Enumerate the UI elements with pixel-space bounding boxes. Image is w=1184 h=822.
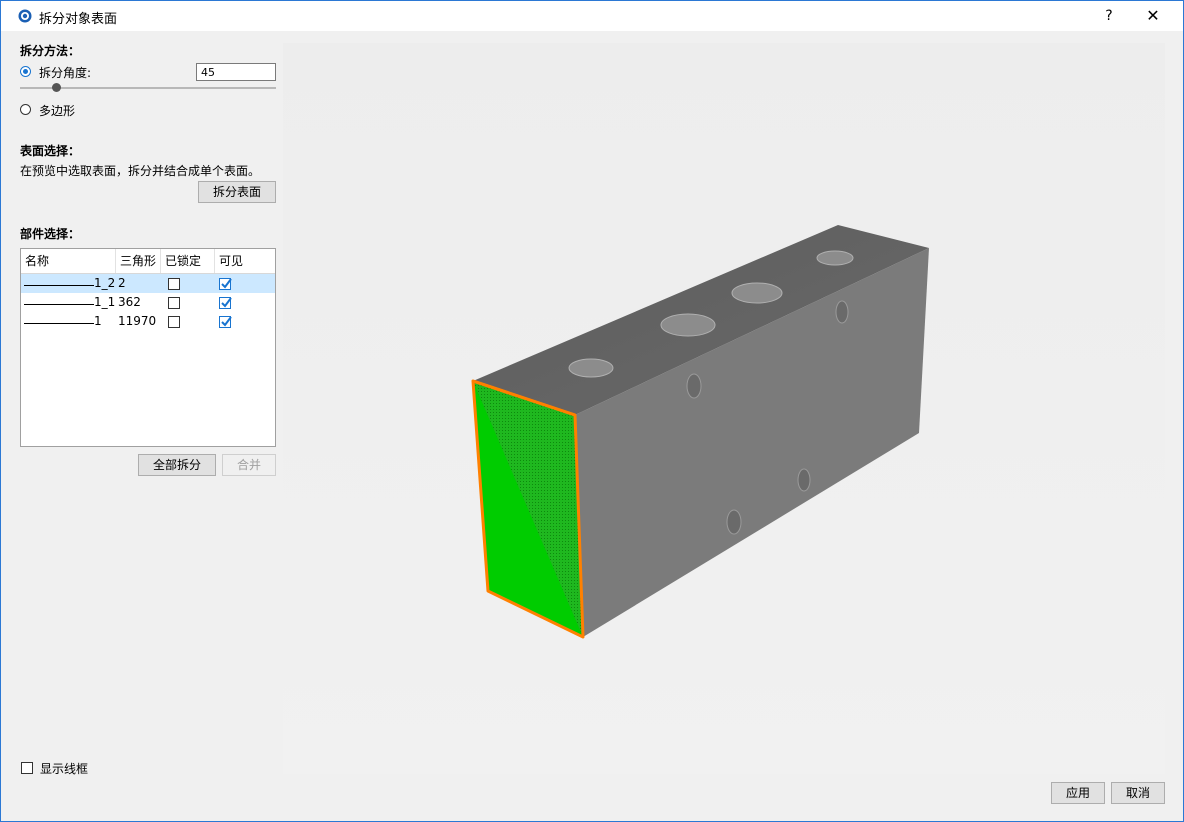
title-bar: 拆分对象表面 ? ✕ xyxy=(1,1,1183,31)
column-header-name[interactable]: 名称 xyxy=(21,249,116,273)
row-triangles-cell: 362 xyxy=(118,295,141,309)
hole-icon xyxy=(816,250,854,266)
window-title: 拆分对象表面 xyxy=(39,12,118,27)
split-surface-button[interactable]: 拆分表面 xyxy=(198,181,276,203)
polygon-radio[interactable] xyxy=(20,104,31,115)
app-icon xyxy=(18,9,32,23)
row-name-cell: 1_2 xyxy=(24,274,115,293)
surface-selection-title: 表面选择： xyxy=(20,144,81,158)
hole-icon xyxy=(797,468,811,492)
show-wireframe-checkbox[interactable] xyxy=(21,762,33,774)
column-header-triangles[interactable]: 三角形 xyxy=(116,249,161,273)
split-all-button[interactable]: 全部拆分 xyxy=(138,454,216,476)
row-name-cell: 1 xyxy=(24,312,102,331)
row-triangles-cell: 2 xyxy=(118,276,126,290)
column-header-visible[interactable]: 可见 xyxy=(215,249,275,273)
model-preview[interactable] xyxy=(283,43,1165,774)
locked-checkbox[interactable] xyxy=(168,297,180,309)
close-button[interactable]: ✕ xyxy=(1141,6,1165,26)
table-row[interactable]: 1 11970 xyxy=(21,312,275,331)
hole-icon xyxy=(660,313,716,337)
hole-icon xyxy=(568,358,614,378)
preview-viewport[interactable] xyxy=(283,43,1165,774)
merge-button[interactable]: 合并 xyxy=(222,454,276,476)
hole-icon xyxy=(686,373,702,399)
split-angle-input[interactable] xyxy=(196,63,276,81)
help-button[interactable]: ? xyxy=(1099,6,1119,26)
split-angle-label: 拆分角度: xyxy=(39,66,92,80)
apply-button[interactable]: 应用 xyxy=(1051,782,1105,804)
row-triangles-cell: 11970 xyxy=(118,314,157,328)
cancel-button[interactable]: 取消 xyxy=(1111,782,1165,804)
split-angle-slider-handle[interactable] xyxy=(52,83,61,92)
visible-checkbox[interactable] xyxy=(219,278,232,290)
locked-checkbox[interactable] xyxy=(168,316,180,328)
table-row[interactable]: 1_2 2 xyxy=(21,274,275,293)
row-name-cell: 1_1 xyxy=(24,293,115,312)
table-row[interactable]: 1_1 362 xyxy=(21,293,275,312)
part-selection-title: 部件选择： xyxy=(20,227,81,241)
column-header-locked[interactable]: 已锁定 xyxy=(161,249,215,273)
polygon-label: 多边形 xyxy=(39,104,76,118)
dialog-window: 拆分对象表面 ? ✕ 拆分方法： 拆分角度: 多边形 表面选择： 在预览中选取表… xyxy=(0,0,1184,822)
hole-icon xyxy=(731,282,783,304)
hole-icon xyxy=(835,300,849,324)
surface-selection-hint: 在预览中选取表面，拆分并结合成单个表面。 xyxy=(20,164,261,178)
table-header: 名称 三角形 已锁定 可见 xyxy=(21,249,275,274)
split-method-title: 拆分方法： xyxy=(20,44,81,58)
show-wireframe-label: 显示线框 xyxy=(40,762,89,776)
parts-table: 名称 三角形 已锁定 可见 1_2 2 1_1 362 1 11970 xyxy=(20,248,276,447)
split-angle-radio[interactable] xyxy=(20,66,31,77)
visible-checkbox[interactable] xyxy=(219,297,232,309)
locked-checkbox[interactable] xyxy=(168,278,180,290)
visible-checkbox[interactable] xyxy=(219,316,232,328)
hole-icon xyxy=(726,509,742,535)
